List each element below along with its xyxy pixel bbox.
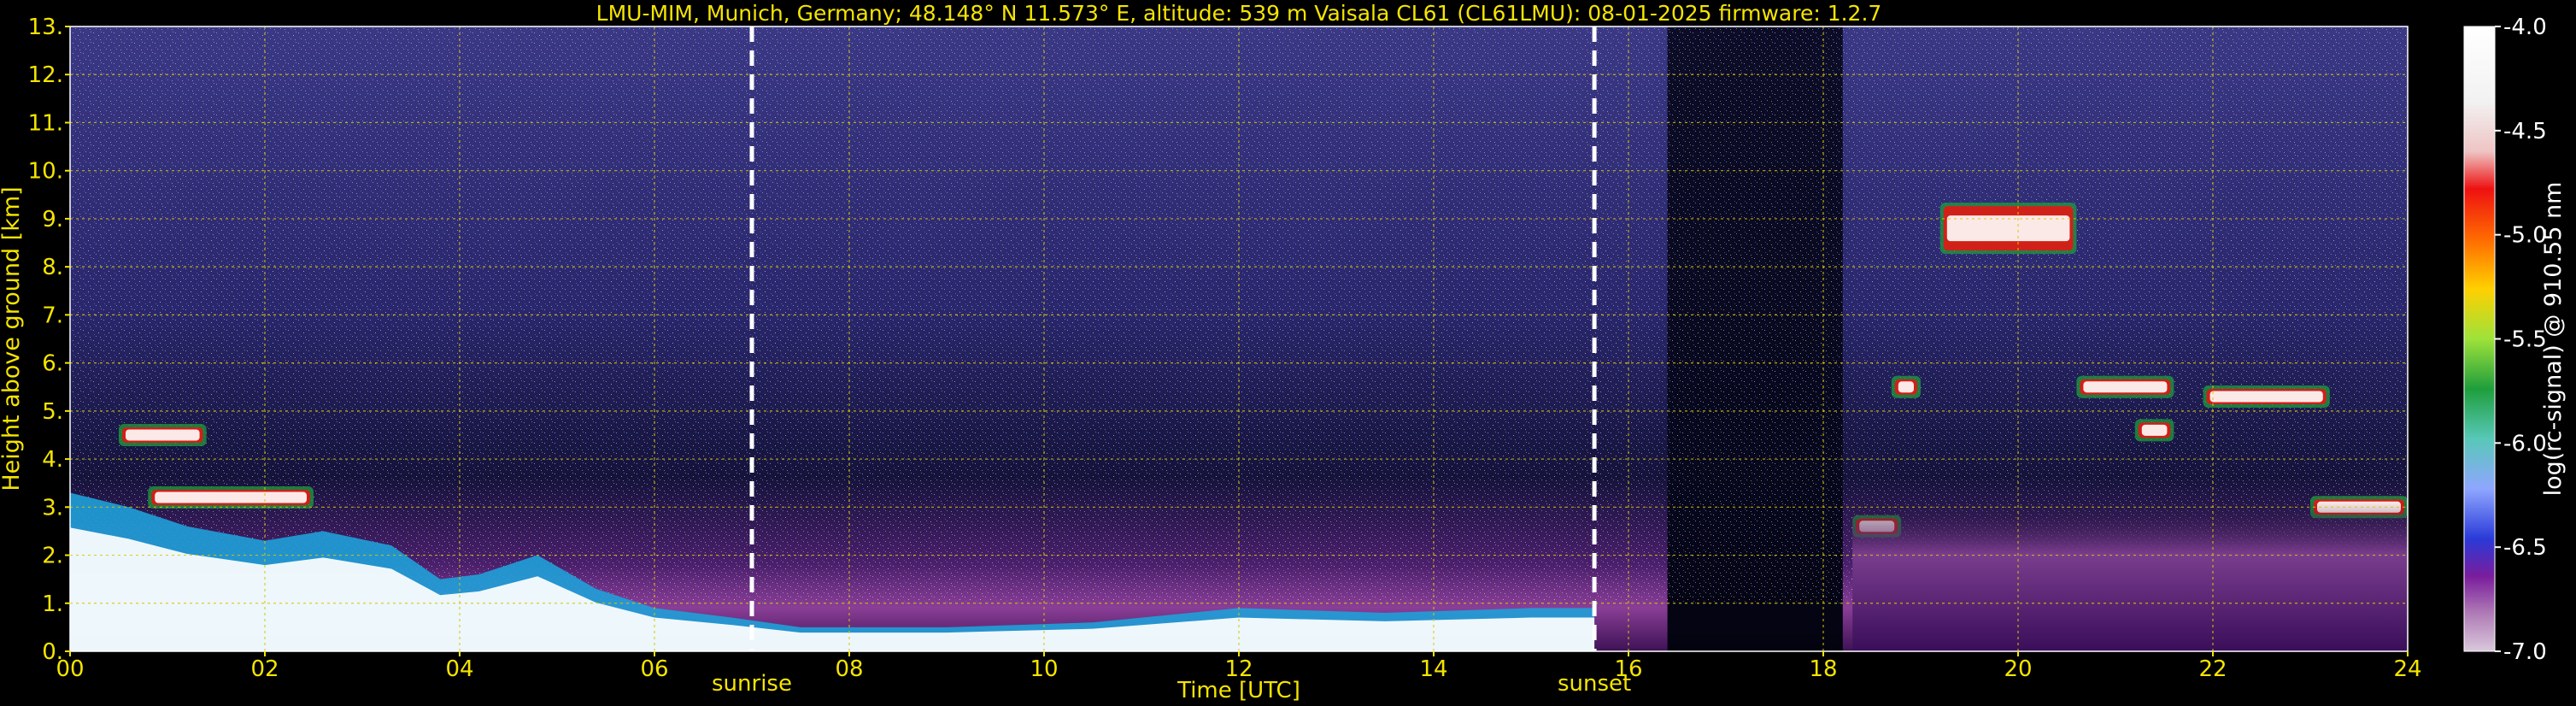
cloud-core xyxy=(2141,424,2168,436)
y-tick-label: 7. xyxy=(42,303,63,328)
cloud-core xyxy=(126,429,200,441)
y-tick-label: 3. xyxy=(42,495,63,521)
cloud-layer xyxy=(2134,419,2174,442)
y-tick-label: 11. xyxy=(28,110,63,136)
colorbar-tick-label: -7.0 xyxy=(2503,639,2547,665)
lidar-backscatter-chart: 00 02 04 06 08 10 12 14 16 18 20 22 24 0.1.2.3.4.5.6… xyxy=(0,1,2567,703)
y-tick-label: 10. xyxy=(28,159,63,185)
plot-area xyxy=(69,26,2409,652)
y-tick-label: 6. xyxy=(42,351,63,377)
y-tick-label: 9. xyxy=(42,207,63,232)
y-axis-ticks: 0. 1. 2. 3. 4. 5. 6. 7. 8. 9. 10. 11. 12. 13. xyxy=(28,15,70,665)
y-tick-label: 4. xyxy=(42,447,63,473)
colorbar-tick-label: -6.5 xyxy=(2503,535,2547,561)
cloud-layer xyxy=(2076,375,2174,398)
x-tick-label: 24 xyxy=(2393,656,2421,682)
x-axis-label: Time [UTC] xyxy=(1177,678,1300,703)
x-tick-label: 04 xyxy=(445,656,473,682)
cloud-layer xyxy=(2203,385,2330,408)
chart-title: LMU-MIM, Munich, Germany; 48.148° N 11.5… xyxy=(596,1,1882,26)
colorbar: -4.0-4.5-5.0-5.5-6.0-6.5-7.0 log(rc-sign… xyxy=(2463,15,2567,665)
x-tick-label: 08 xyxy=(835,656,863,682)
y-tick-label: 0. xyxy=(42,639,63,665)
x-tick-label: 20 xyxy=(2004,656,2032,682)
cloud-core xyxy=(1946,215,2070,242)
colorbar-tick-label: -4.5 xyxy=(2503,119,2547,144)
colorbar-tick-label: -4.0 xyxy=(2503,15,2547,40)
late-night-aerosol xyxy=(1852,502,2408,651)
cloud-core xyxy=(155,491,307,503)
x-tick-label: 14 xyxy=(1419,656,1447,682)
cloud-core xyxy=(1898,381,1914,393)
y-tick-label: 2. xyxy=(42,544,63,569)
x-tick-label: 06 xyxy=(640,656,668,682)
cloud-layer xyxy=(148,486,314,509)
sun-event-label: sunrise xyxy=(712,671,792,697)
cloud-layer xyxy=(1891,375,1921,398)
x-tick-label: 18 xyxy=(1809,656,1837,682)
y-tick-label: 12. xyxy=(28,62,63,88)
cloud-core xyxy=(2083,381,2168,393)
colorbar-ticks: -4.0-4.5-5.0-5.5-6.0-6.5-7.0 xyxy=(2495,15,2547,665)
x-tick-label: 02 xyxy=(250,656,279,682)
x-tick-label: 10 xyxy=(1030,656,1058,682)
cloud-core xyxy=(2209,391,2323,403)
sun-event-label: sunset xyxy=(1558,671,1631,697)
y-tick-label: 8. xyxy=(42,255,63,280)
y-tick-label: 1. xyxy=(42,591,63,617)
y-tick-label: 13. xyxy=(28,15,63,40)
colorbar-scale xyxy=(2463,26,2496,652)
colorbar-label: log(rc-signal) @ 910.55 nm xyxy=(2540,182,2567,497)
cloud-layer xyxy=(1939,203,2077,255)
y-axis-label: Height above ground [km] xyxy=(0,186,25,491)
cloud-layer xyxy=(119,423,207,446)
y-tick-label: 5. xyxy=(42,399,63,425)
x-tick-label: 22 xyxy=(2198,656,2227,682)
